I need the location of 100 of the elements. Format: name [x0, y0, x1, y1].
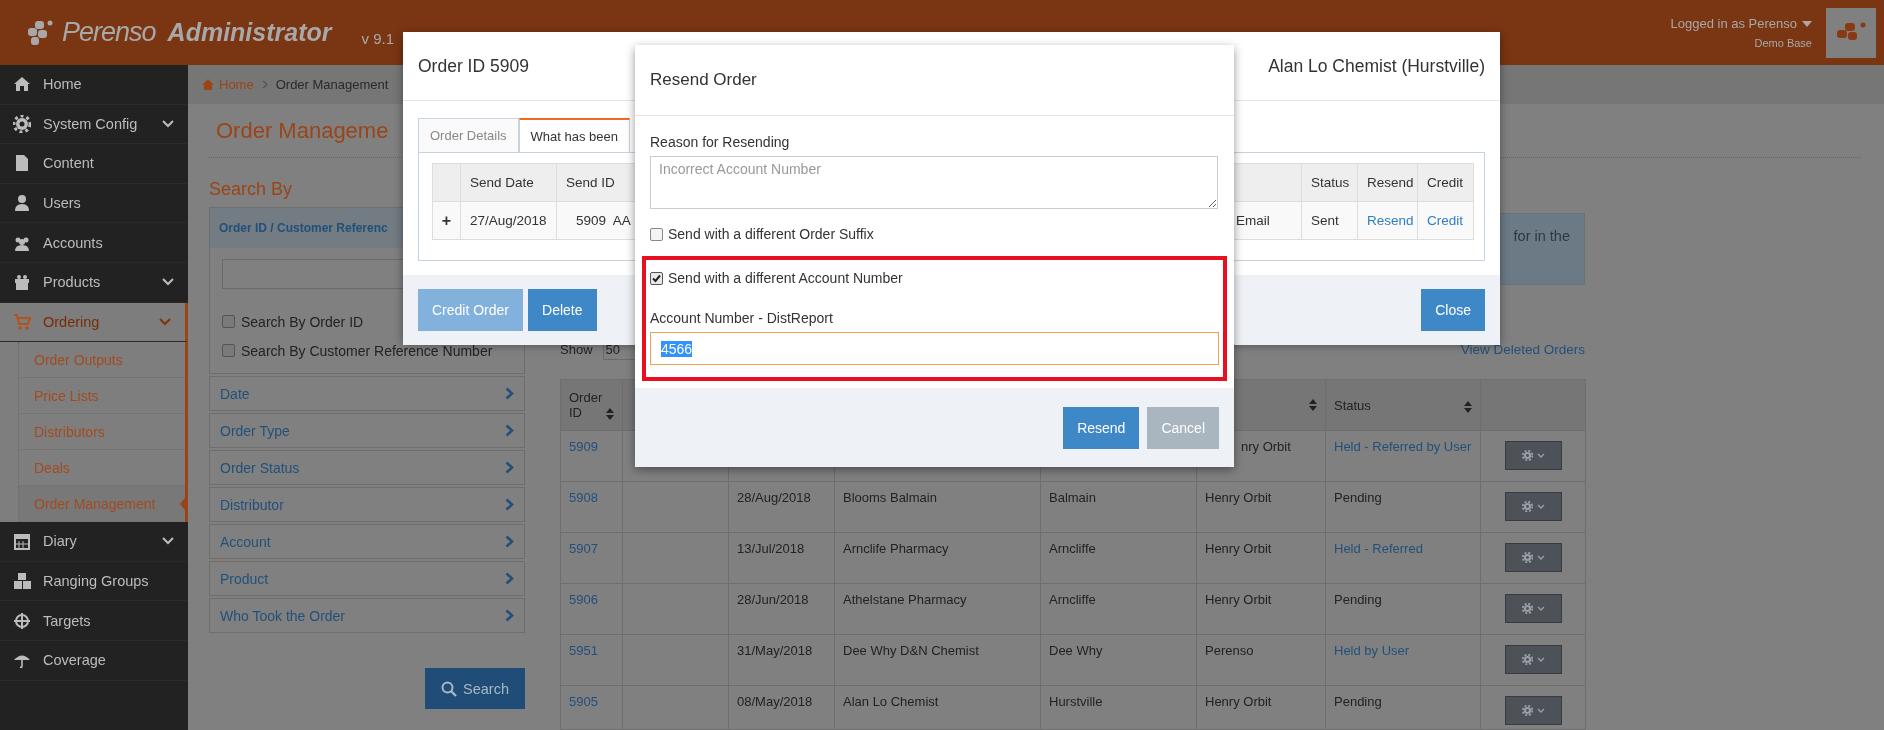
table-cell: 5909 AA: [576, 213, 631, 228]
table-cell: Arncliffe: [1049, 541, 1096, 556]
show-label: Show: [560, 341, 593, 357]
nav-item[interactable]: System Config: [0, 104, 188, 145]
table-cell: 31/May/2018: [737, 643, 813, 658]
account-number-field[interactable]: 4566: [650, 332, 1219, 365]
table-cell: nry Orbit: [1241, 439, 1291, 454]
gear-icon: [1521, 501, 1533, 512]
caret-icon: [1536, 504, 1545, 509]
nav-item[interactable]: Targets: [0, 601, 188, 641]
field-label: Account Number - DistReport: [650, 310, 834, 326]
resend-button[interactable]: Resend: [1063, 407, 1140, 449]
filter-item[interactable]: Distributor: [209, 487, 525, 522]
deleted-orders-link[interactable]: View Deleted Orders: [1460, 341, 1585, 357]
submenu-item[interactable]: Order Management: [19, 486, 185, 523]
order-link[interactable]: 5908: [569, 490, 598, 505]
checkbox-label: Search By Order ID: [241, 313, 364, 330]
checkbox[interactable]: [650, 271, 663, 285]
filter-item[interactable]: Order Type: [209, 413, 525, 448]
table-cell: Henry Orbit: [1205, 592, 1272, 607]
column-header: Send Date: [470, 175, 534, 190]
chevron-right-icon: [505, 498, 514, 511]
caret-icon: [1802, 20, 1812, 27]
filter-item[interactable]: Who Took the Order: [209, 598, 525, 633]
nav-item[interactable]: Accounts: [0, 223, 188, 263]
chevron-right-icon: [505, 572, 514, 585]
checkbox[interactable]: [222, 344, 235, 357]
caret-icon: [1536, 453, 1545, 458]
caret-icon: [1536, 555, 1545, 560]
checkbox-label: Send with a different Order Suffix: [668, 226, 874, 242]
filter-item[interactable]: Account: [209, 524, 525, 559]
dialog-button[interactable]: Delete: [528, 289, 597, 331]
checkbox-label: Search By Customer Reference Number: [241, 342, 493, 359]
tab[interactable]: What has been: [518, 118, 631, 152]
checkbox[interactable]: [650, 227, 663, 241]
filter-item[interactable]: Product: [209, 561, 525, 596]
column-header: Credit: [1427, 175, 1463, 190]
nav-item[interactable]: Coverage: [0, 640, 188, 681]
calendar-icon: [13, 532, 31, 551]
actions-button[interactable]: [1504, 492, 1562, 521]
tab[interactable]: Order Details: [418, 118, 519, 152]
logo-text: Administrator: [167, 18, 332, 47]
order-link[interactable]: 5905: [569, 694, 598, 709]
table-cell: Dee Why: [1049, 643, 1103, 658]
submenu-item[interactable]: Order Outputs: [19, 342, 185, 379]
gear-icon: [1521, 450, 1533, 461]
breadcrumb-link[interactable]: Home: [202, 77, 254, 92]
nav-item[interactable]: Diary: [0, 522, 188, 562]
breadcrumb-item: Order Management: [275, 77, 389, 92]
gear-icon: [1521, 603, 1533, 614]
table-cell: Alan Lo Chemist: [843, 694, 939, 709]
table-cell: Henry Orbit: [1205, 694, 1272, 709]
actions-button[interactable]: [1504, 696, 1562, 725]
search-button[interactable]: Search: [425, 668, 525, 709]
caret-icon: [1536, 606, 1545, 611]
nav-item[interactable]: Ordering: [0, 302, 188, 343]
expand-toggle[interactable]: +: [441, 211, 452, 229]
table-cell: Hurstville: [1049, 694, 1103, 709]
search-icon: [441, 680, 458, 697]
status-text: Pending: [1334, 694, 1382, 709]
nav-item[interactable]: Products: [0, 262, 188, 303]
table-cell: Athelstane Pharmacy: [843, 592, 967, 607]
chevron-right-icon: [505, 424, 514, 437]
cart-icon: [13, 312, 31, 331]
customer-name: Alan Lo Chemist (Hurstville): [1268, 55, 1485, 77]
table-cell: 28/Aug/2018: [737, 490, 811, 505]
actions-button[interactable]: [1504, 543, 1562, 572]
status-link[interactable]: Held by User: [1334, 643, 1410, 658]
filter-item[interactable]: Date: [209, 376, 525, 411]
gear-icon: [1521, 552, 1533, 563]
order-link[interactable]: 5907: [569, 541, 598, 556]
dialog-title: Resend Order: [650, 70, 757, 90]
column-header: Status: [1311, 175, 1350, 190]
gear-icon: [1521, 705, 1533, 716]
filter-item[interactable]: Order Status: [209, 450, 525, 485]
order-link[interactable]: 5906: [569, 592, 598, 607]
nav-item[interactable]: Ranging Groups: [0, 561, 188, 602]
submenu-item[interactable]: Price Lists: [19, 378, 185, 415]
base-label: Demo Base: [1754, 37, 1812, 49]
actions-button[interactable]: [1504, 645, 1562, 674]
checkbox[interactable]: [222, 315, 235, 328]
actions-button[interactable]: [1504, 594, 1562, 623]
nav-item[interactable]: Content: [0, 144, 188, 184]
status-text: Pending: [1334, 490, 1382, 505]
column-header: Order ID: [569, 390, 604, 420]
user-menu[interactable]: Logged in as Perenso: [1670, 16, 1812, 31]
table-cell: Email: [1236, 213, 1270, 228]
submenu-item[interactable]: Distributors: [19, 414, 185, 451]
chevron-right-icon: [505, 387, 514, 400]
chevron-right-icon: [261, 80, 268, 89]
status-link[interactable]: Held - Referred: [1334, 541, 1423, 556]
nav-item[interactable]: Users: [0, 183, 188, 224]
close-button[interactable]: Close: [1421, 289, 1485, 331]
reason-field[interactable]: Incorrect Account Number: [650, 156, 1218, 209]
actions-button[interactable]: [1504, 441, 1562, 470]
table-cell: Balmain: [1049, 490, 1096, 505]
table-cell: Blooms Balmain: [843, 490, 937, 505]
cancel-button[interactable]: Cancel: [1147, 407, 1219, 449]
order-link[interactable]: 5951: [569, 643, 598, 658]
order-link[interactable]: 5909: [569, 439, 598, 454]
